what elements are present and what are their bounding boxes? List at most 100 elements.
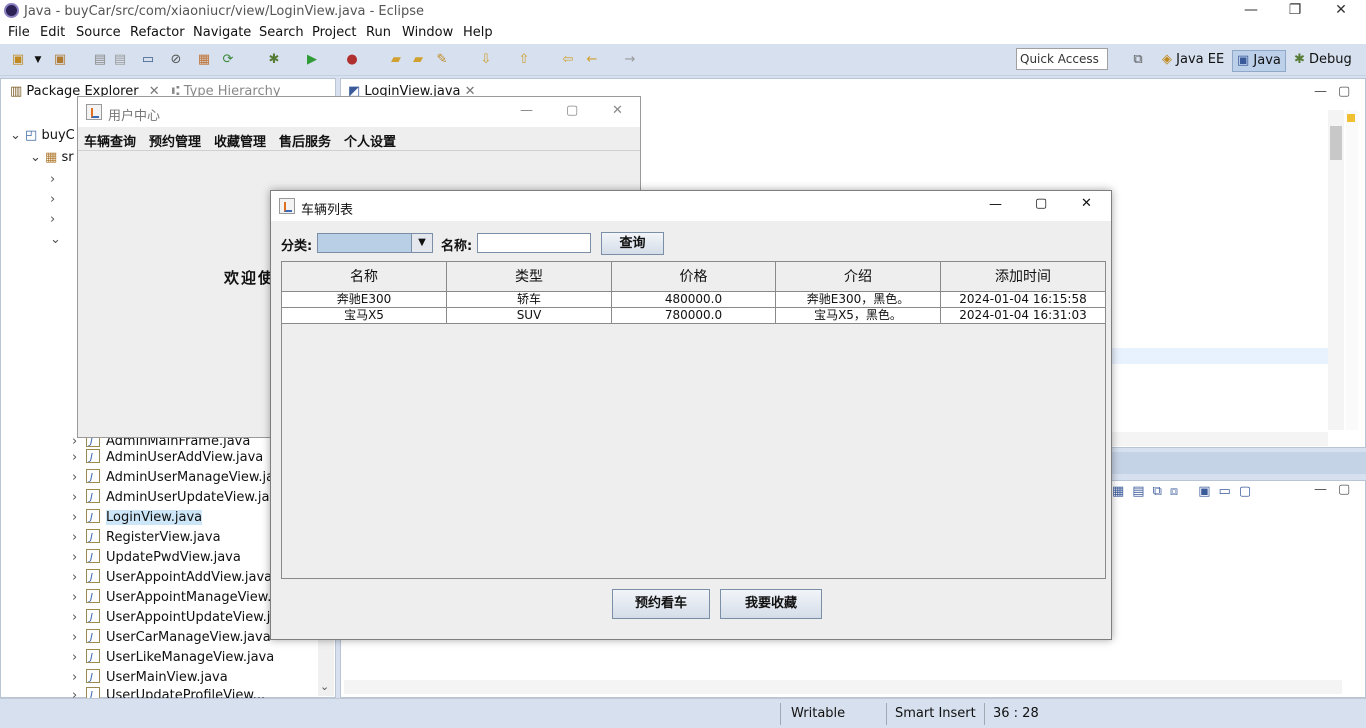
run-icon[interactable]: ▶: [304, 52, 320, 68]
tree-file-row[interactable]: ›AdminUserManageView.java: [72, 468, 290, 488]
menu-after-sales[interactable]: 售后服务: [279, 131, 331, 150]
table-cell[interactable]: SUV: [447, 308, 612, 324]
tree-file-row[interactable]: ›UserAppointAddView.java: [72, 568, 272, 588]
column-header-intro[interactable]: 介绍: [776, 262, 941, 292]
forward-icon[interactable]: →: [622, 52, 638, 68]
edit-pencil-icon[interactable]: ✎: [434, 52, 450, 68]
lower-maximize-icon[interactable]: ▢: [1338, 482, 1350, 497]
skip-breakpoints-icon[interactable]: ⊘: [168, 52, 184, 68]
menu-search[interactable]: Search: [259, 25, 304, 40]
chevron-down-icon[interactable]: ▼: [411, 233, 433, 253]
minimize-button[interactable]: —: [1236, 2, 1266, 20]
column-header-name[interactable]: 名称: [282, 262, 447, 292]
perspective-java-ee[interactable]: ◈ Java EE: [1158, 50, 1228, 72]
menu-refactor[interactable]: Refactor: [130, 25, 185, 40]
new-dropdown-icon[interactable]: ▼: [30, 52, 46, 68]
table-cell[interactable]: 2024-01-04 16:15:58: [941, 292, 1106, 308]
back-icon[interactable]: ←: [584, 52, 600, 68]
last-edit-icon[interactable]: ⇦: [560, 52, 576, 68]
minimize-button[interactable]: —: [989, 197, 1002, 212]
tree-package-row[interactable]: ›: [50, 172, 55, 187]
column-header-type[interactable]: 类型: [447, 262, 612, 292]
minimize-button[interactable]: —: [520, 103, 533, 118]
refresh-icon[interactable]: ⟳: [220, 52, 236, 68]
maximize-button[interactable]: ▢: [566, 103, 578, 118]
column-header-price[interactable]: 价格: [612, 262, 776, 292]
tree-package-row[interactable]: ›: [50, 192, 55, 207]
tree-file-row[interactable]: ›UserAppointManageView.java: [72, 588, 299, 608]
tree-file-row[interactable]: ›UpdatePwdView.java: [72, 548, 241, 568]
menu-project[interactable]: Project: [312, 25, 356, 40]
console-icon[interactable]: ▭: [140, 52, 156, 68]
add-favorite-button[interactable]: 我要收藏: [720, 589, 822, 619]
lower-toolbar-icons[interactable]: ▦▤⧉⧈ ▣▭▢: [1112, 484, 1259, 499]
new-package-icon[interactable]: ▣: [52, 52, 68, 68]
table-cell[interactable]: 2024-01-04 16:31:03: [941, 308, 1106, 324]
tree-file-row[interactable]: ›AdminUserAddView.java: [72, 448, 263, 468]
table-cell[interactable]: 480000.0: [612, 292, 776, 308]
tree-project-row[interactable]: ⌄ ◰ buyC: [10, 128, 75, 143]
menu-run[interactable]: Run: [366, 25, 391, 40]
scroll-down-icon[interactable]: ⌄: [320, 680, 329, 693]
java-file-icon: [86, 686, 100, 698]
lower-minimize-icon[interactable]: —: [1314, 482, 1327, 497]
open-perspective-icon[interactable]: ⧉: [1130, 52, 1146, 68]
table-cell[interactable]: 宝马X5，黑色。: [776, 308, 941, 324]
new-icon[interactable]: ▣: [10, 52, 26, 68]
menu-edit[interactable]: Edit: [40, 25, 65, 40]
tree-src-row[interactable]: ⌄ ▦ sr: [30, 150, 74, 165]
tree-file-row[interactable]: ›UserCarManageView.java: [72, 628, 271, 648]
menu-help[interactable]: Help: [463, 25, 493, 40]
close-button[interactable]: ✕: [1081, 196, 1092, 211]
column-header-added-time[interactable]: 添加时间: [941, 262, 1106, 292]
tree-file-row[interactable]: ›UserAppointUpdateView.java: [72, 608, 294, 628]
tree-file-row[interactable]: ›UserUpdateProfileView...: [72, 686, 265, 698]
tree-file-row[interactable]: ›RegisterView.java: [72, 528, 221, 548]
debug-icon[interactable]: ✱: [266, 52, 282, 68]
external-tools-icon[interactable]: ●: [344, 52, 360, 68]
java-file-icon: [86, 448, 100, 468]
perspective-debug[interactable]: ✱ Debug: [1290, 50, 1356, 72]
tree-file-row[interactable]: ›AdminUserUpdateView.java: [72, 488, 285, 508]
menu-window[interactable]: Window: [402, 25, 453, 40]
menu-car-query[interactable]: 车辆查询: [84, 131, 136, 150]
table-cell[interactable]: 奔驰E300，黑色。: [776, 292, 941, 308]
save-all-icon[interactable]: ▤: [112, 52, 128, 68]
menu-appointment[interactable]: 预约管理: [149, 131, 201, 150]
minimize-editor-icon[interactable]: —: [1314, 84, 1327, 99]
save-icon[interactable]: ▤: [92, 52, 108, 68]
menu-navigate[interactable]: Navigate: [193, 25, 251, 40]
appoint-viewing-button[interactable]: 预约看车: [612, 589, 710, 619]
query-button[interactable]: 查询: [601, 232, 664, 255]
close-button[interactable]: ✕: [612, 103, 623, 118]
menu-file[interactable]: File: [8, 25, 30, 40]
menu-source[interactable]: Source: [76, 25, 121, 40]
perspective-java[interactable]: ▣ Java: [1232, 50, 1286, 72]
java-file-icon: [86, 528, 100, 548]
lower-hscroll[interactable]: [344, 680, 1342, 694]
tree-file-row[interactable]: ›UserMainView.java: [72, 668, 228, 688]
close-button[interactable]: ✕: [1326, 2, 1356, 20]
quick-access-input[interactable]: Quick Access: [1016, 48, 1108, 70]
menu-personal-settings[interactable]: 个人设置: [344, 131, 396, 150]
editor-vscroll-thumb[interactable]: [1330, 126, 1342, 160]
restore-button[interactable]: ❐: [1280, 2, 1310, 20]
table-cell[interactable]: 轿车: [447, 292, 612, 308]
tree-package-row[interactable]: ›: [50, 212, 55, 227]
next-annotation-icon[interactable]: ⇩: [478, 52, 494, 68]
table-cell[interactable]: 780000.0: [612, 308, 776, 324]
folder-icon[interactable]: ▰: [410, 52, 426, 68]
maximize-editor-icon[interactable]: ▢: [1338, 84, 1350, 99]
open-folder-icon[interactable]: ▰: [388, 52, 404, 68]
tree-file-row[interactable]: ›UserLikeManageView.java: [72, 648, 274, 668]
open-type-icon[interactable]: ▦: [196, 52, 212, 68]
prev-annotation-icon[interactable]: ⇧: [516, 52, 532, 68]
editor-hscroll[interactable]: [1112, 432, 1328, 446]
tree-package-row[interactable]: ⌄: [50, 232, 61, 247]
tree-file-row-selected[interactable]: ›LoginView.java: [72, 508, 203, 528]
table-cell[interactable]: 奔驰E300: [282, 292, 447, 308]
table-cell[interactable]: 宝马X5: [282, 308, 447, 324]
menu-favorites[interactable]: 收藏管理: [214, 131, 266, 150]
maximize-button[interactable]: ▢: [1035, 196, 1047, 211]
name-input[interactable]: [477, 233, 591, 253]
